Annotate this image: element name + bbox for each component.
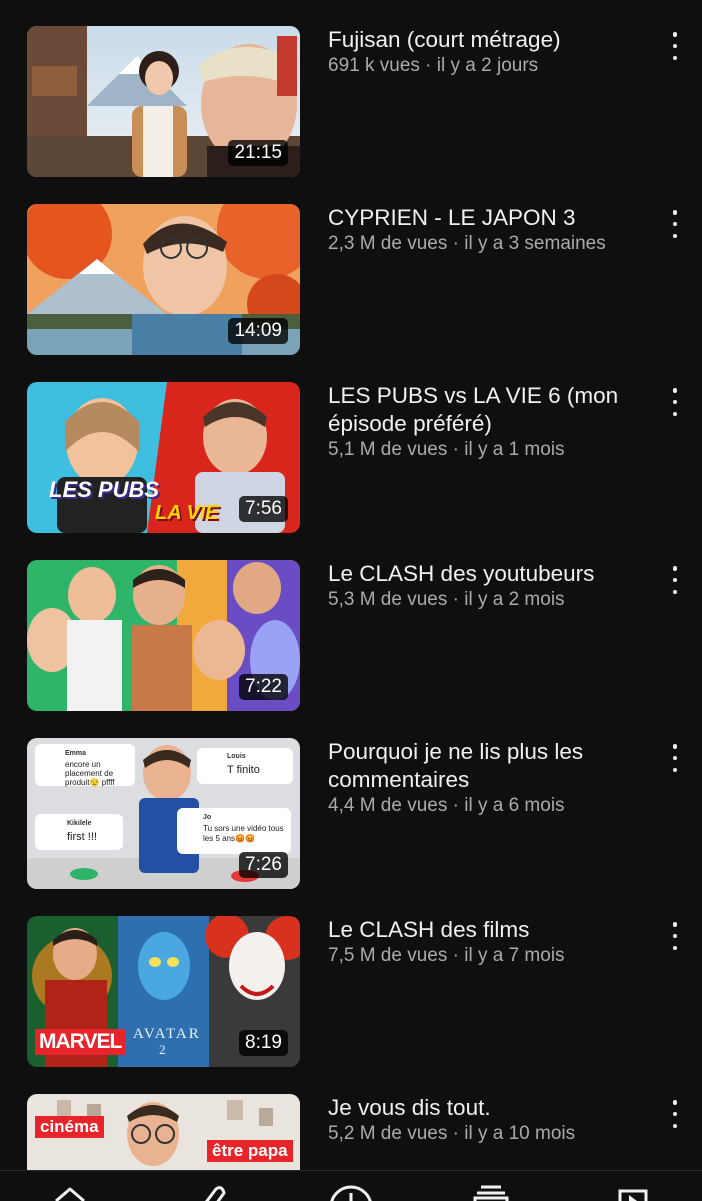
library-icon <box>618 1189 648 1201</box>
video-thumbnail[interactable]: MARVEL AVATAR 2 8:19 <box>27 916 300 1067</box>
video-thumbnail[interactable]: 14:09 <box>27 204 300 355</box>
video-duration: 7:56 <box>239 496 288 522</box>
video-item[interactable]: MARVEL AVATAR 2 8:19 Le CLASH des films … <box>0 916 702 1068</box>
shorts-icon <box>205 1186 226 1201</box>
video-meta: 691 k vues · il y a 2 jours <box>328 55 539 76</box>
video-info[interactable]: CYPRIEN - LE JAPON 3 2,3 M de vues · il … <box>328 204 648 257</box>
video-info[interactable]: Le CLASH des films 7,5 M de vues · il y … <box>328 916 648 969</box>
video-thumbnail[interactable]: cinéma être papa <box>27 1094 300 1170</box>
video-meta: 7,5 M de vues · il y a 7 mois <box>328 945 565 966</box>
video-duration: 7:26 <box>239 852 288 878</box>
thumbnail-text: être papa <box>207 1140 293 1162</box>
more-options-icon[interactable] <box>668 388 682 416</box>
thumbnail-comment-text: encore un placement de produit😒 pffff <box>65 760 115 787</box>
nav-shorts[interactable] <box>180 1181 240 1201</box>
video-item[interactable]: 21:15 Fujisan (court métrage) 691 k vues… <box>0 26 702 178</box>
thumbnail-comment-user: Louis <box>227 753 246 760</box>
subscriptions-icon <box>473 1185 509 1201</box>
video-info[interactable]: Le CLASH des youtubeurs 5,3 M de vues · … <box>328 560 648 613</box>
thumbnail-text: LES PUBS <box>49 477 160 502</box>
video-info[interactable]: LES PUBS vs LA VIE 6 (mon épisode préfér… <box>328 382 648 463</box>
thumbnail-text: cinéma <box>35 1116 104 1138</box>
video-duration: 7:22 <box>239 674 288 700</box>
video-meta: 2,3 M de vues · il y a 3 semaines <box>328 233 606 254</box>
video-duration: 21:15 <box>228 140 288 166</box>
thumbnail-comment-text: Tu sors une vidéo tous les 5 ans😡😡 <box>203 824 284 843</box>
video-item[interactable]: 14:09 CYPRIEN - LE JAPON 3 2,3 M de vues… <box>0 204 702 356</box>
create-icon <box>330 1185 372 1201</box>
video-item[interactable]: LES PUBS LA VIE 7:56 LES PUBS vs LA VIE … <box>0 382 702 534</box>
thumbnail-text: AVATAR <box>133 1026 201 1042</box>
video-duration: 14:09 <box>228 318 288 344</box>
nav-library[interactable] <box>602 1181 662 1201</box>
video-title[interactable]: LES PUBS vs LA VIE 6 (mon épisode préfér… <box>328 382 648 438</box>
video-title[interactable]: Le CLASH des youtubeurs <box>328 560 648 588</box>
video-info[interactable]: Pourquoi je ne lis plus les commentaires… <box>328 738 648 819</box>
video-thumbnail[interactable]: Emma encore un placement de produit😒 pff… <box>27 738 300 889</box>
video-info[interactable]: Fujisan (court métrage) 691 k vues · il … <box>328 26 648 79</box>
thumbnail-comment-user: Kikilele <box>67 820 92 827</box>
video-item[interactable]: cinéma être papa Je vous dis tout. 5,2 M… <box>0 1094 702 1170</box>
thumbnail-comment-user: Emma <box>65 750 87 757</box>
video-title[interactable]: Je vous dis tout. <box>328 1094 648 1122</box>
video-item[interactable]: 7:22 Le CLASH des youtubeurs 5,3 M de vu… <box>0 560 702 712</box>
video-thumbnail[interactable]: 21:15 <box>27 26 300 177</box>
nav-home[interactable] <box>40 1181 100 1201</box>
video-duration: 8:19 <box>239 1030 288 1056</box>
video-title[interactable]: Le CLASH des films <box>328 916 648 944</box>
home-icon <box>55 1187 85 1201</box>
thumbnail-comment-text: first !!! <box>67 831 97 843</box>
video-meta: 5,3 M de vues · il y a 2 mois <box>328 589 565 610</box>
video-thumbnail[interactable]: LES PUBS LA VIE 7:56 <box>27 382 300 533</box>
thumbnail-text: MARVEL <box>35 1029 126 1055</box>
video-meta: 4,4 M de vues · il y a 6 mois <box>328 795 565 816</box>
video-item[interactable]: Emma encore un placement de produit😒 pff… <box>0 738 702 890</box>
more-options-icon[interactable] <box>668 210 682 238</box>
thumbnail-text: 2 <box>159 1042 166 1057</box>
nav-create[interactable] <box>321 1181 381 1201</box>
video-thumbnail[interactable]: 7:22 <box>27 560 300 711</box>
more-options-icon[interactable] <box>668 1100 682 1128</box>
thumbnail-comment-user: Jo <box>203 814 212 821</box>
video-info[interactable]: Je vous dis tout. 5,2 M de vues · il y a… <box>328 1094 648 1147</box>
more-options-icon[interactable] <box>668 566 682 594</box>
more-options-icon[interactable] <box>668 744 682 772</box>
more-options-icon[interactable] <box>668 32 682 60</box>
thumbnail-text: LA VIE <box>155 502 219 524</box>
video-title[interactable]: CYPRIEN - LE JAPON 3 <box>328 204 648 232</box>
video-meta: 5,1 M de vues · il y a 1 mois <box>328 439 565 460</box>
video-title[interactable]: Fujisan (court métrage) <box>328 26 648 54</box>
nav-subscriptions[interactable] <box>461 1181 521 1201</box>
thumbnail-comment-text: T finito <box>227 764 260 776</box>
video-title[interactable]: Pourquoi je ne lis plus les commentaires <box>328 738 648 794</box>
video-meta: 5,2 M de vues · il y a 10 mois <box>328 1123 576 1144</box>
bottom-navigation <box>0 1170 702 1201</box>
more-options-icon[interactable] <box>668 922 682 950</box>
